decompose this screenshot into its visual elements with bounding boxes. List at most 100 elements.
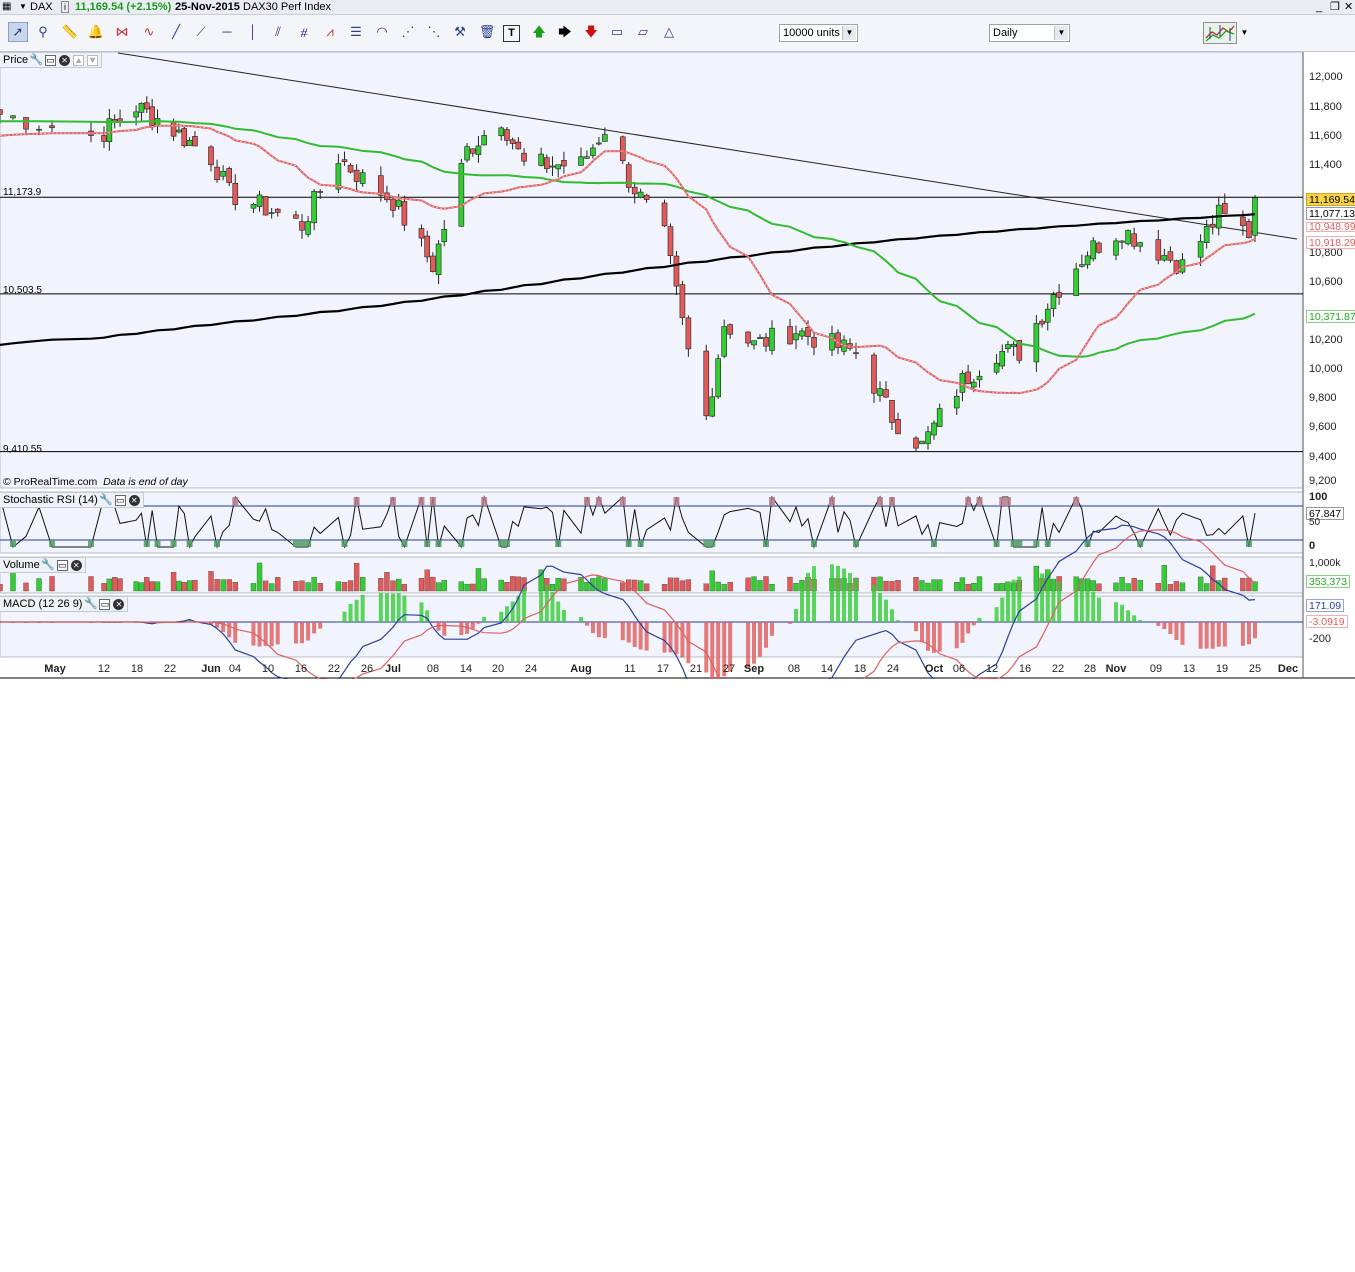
volume-bar	[793, 583, 799, 592]
macd-histogram-bar	[788, 622, 792, 624]
window-icon[interactable]: ▭	[56, 559, 68, 571]
volume-bar	[919, 580, 925, 592]
candle-body	[1131, 233, 1137, 247]
triangle-icon[interactable]: △	[659, 22, 679, 42]
candle-body	[787, 326, 793, 345]
macd-histogram-bar	[710, 622, 715, 679]
candle-body	[590, 147, 596, 156]
candle-body	[667, 226, 674, 257]
volume-bar	[232, 582, 238, 592]
close-icon[interactable]: ✕	[59, 54, 71, 66]
fibonacci-arc-icon[interactable]: ◠	[372, 22, 392, 42]
macd-histogram-bar	[579, 617, 583, 622]
fan-icon[interactable]: ⋰	[398, 22, 418, 42]
horizontal-line-icon[interactable]: ─	[217, 22, 237, 42]
window-icon[interactable]: ▭	[45, 54, 57, 66]
close-button[interactable]: ✕	[1344, 0, 1353, 14]
macd-panel-header: MACD (12 26 9) 🔧 ▭ ✕	[0, 596, 129, 612]
candle-body	[799, 330, 805, 337]
volume-bar	[347, 580, 354, 592]
zoom-icon[interactable]: ⚲	[33, 22, 53, 42]
volume-bar	[220, 579, 226, 592]
line-tool-icon[interactable]: ╱	[166, 22, 186, 42]
right-arrow-icon[interactable]: 🡆	[555, 22, 575, 42]
wrench-icon[interactable]: 🔧	[84, 598, 98, 610]
candle-body	[176, 129, 182, 133]
restore-button[interactable]: ❐	[1330, 0, 1340, 14]
move-up-icon[interactable]: ▲	[73, 54, 85, 66]
candle-body	[993, 362, 1000, 373]
up-arrow-icon[interactable]: 🡅	[529, 22, 549, 42]
period-dropdown[interactable]: Daily ▼	[989, 24, 1070, 42]
grid-icon[interactable]: ▦	[2, 0, 11, 14]
candle-body	[953, 395, 960, 409]
volume-bar	[256, 562, 263, 592]
x-tick: 11	[624, 663, 636, 675]
rectangle-icon[interactable]: ▭	[607, 22, 627, 42]
x-tick: 08	[426, 663, 440, 675]
macd-histogram-bar	[842, 568, 846, 622]
price-tick: 11,800	[1309, 101, 1342, 113]
close-icon[interactable]: ✕	[128, 494, 140, 506]
text-tool-icon[interactable]: T	[503, 25, 520, 42]
wrench-icon[interactable]: 🔧	[41, 559, 55, 571]
parallel-lines-icon[interactable]: ⧣	[294, 22, 314, 42]
chart-style-dropdown-icon[interactable]: ▼	[1238, 22, 1251, 44]
size-dropdown[interactable]: 10000 units ▼	[779, 24, 858, 42]
trash-icon[interactable]: 🗑	[477, 22, 497, 42]
pointer-tool-icon[interactable]: ➚	[8, 22, 28, 42]
chart-style-button[interactable]	[1203, 22, 1237, 44]
macd-histogram-bar	[746, 622, 751, 669]
parallelogram-icon[interactable]: ▱	[633, 22, 653, 42]
fibonacci-icon[interactable]: ☰	[346, 22, 366, 42]
move-down-icon[interactable]: ▼	[87, 54, 99, 66]
window-icon[interactable]: ▭	[114, 494, 126, 506]
stoch-overbought-fill	[976, 497, 983, 506]
candle-body	[390, 198, 396, 211]
stoch-oversold-fill	[305, 540, 312, 547]
stoch-overbought-fill	[353, 497, 360, 506]
ray-tool-icon[interactable]: ⟋	[191, 22, 211, 42]
chevron-down-icon[interactable]: ▼	[19, 0, 27, 14]
symbol-label[interactable]: DAX	[30, 0, 53, 14]
candle-body	[1167, 251, 1174, 261]
volume-bar	[49, 576, 55, 592]
macd-histogram-bar	[1174, 622, 1179, 640]
volume-bar	[138, 582, 145, 592]
down-arrow-icon[interactable]: 🡇	[581, 22, 601, 42]
candle-body	[311, 191, 317, 224]
volume-bar	[144, 577, 150, 592]
close-icon[interactable]: ✕	[70, 559, 82, 571]
macd-histogram-bar	[1126, 610, 1131, 622]
close-icon[interactable]: ✕	[113, 598, 125, 610]
zigzag-icon[interactable]: ⩘	[320, 22, 340, 42]
candle-body	[133, 111, 139, 118]
level-label-high: 11,173.9	[3, 187, 42, 198]
stoch-panel-header: Stochastic RSI (14) 🔧 ▭ ✕	[0, 492, 144, 508]
window-icon[interactable]: ▭	[99, 598, 111, 610]
candle-body	[149, 106, 155, 126]
macd-histogram-bar	[977, 617, 982, 622]
stoch-oversold-fill	[1137, 540, 1144, 547]
wrench-icon[interactable]: 🔧	[30, 54, 44, 66]
stoch-oversold-fill	[341, 540, 348, 547]
macd-histogram-bar	[470, 622, 475, 629]
volume-bar	[1173, 581, 1180, 592]
ruler-icon[interactable]: 📏	[60, 22, 80, 42]
pattern-icon[interactable]: ⋈	[112, 22, 132, 42]
vertical-line-icon[interactable]: │	[243, 22, 263, 42]
minimize-button[interactable]: _	[1316, 0, 1322, 14]
info-icon[interactable]: i	[61, 1, 69, 13]
candle-body	[1010, 343, 1017, 347]
gann-icon[interactable]: ⋱	[424, 22, 444, 42]
macd-histogram-bar	[590, 622, 595, 634]
alarm-bell-icon[interactable]: 🔔	[86, 22, 106, 42]
macd-signal-tag: -3.0919	[1306, 615, 1348, 628]
candle-body	[871, 354, 877, 394]
tools-icon[interactable]: ⚒	[450, 22, 470, 42]
indicator-icon[interactable]: ∿	[139, 22, 159, 42]
wrench-icon[interactable]: 🔧	[99, 494, 113, 506]
chart-canvas[interactable]	[0, 51, 1355, 679]
macd-histogram-bar	[1005, 587, 1010, 622]
channel-icon[interactable]: ⫽	[268, 22, 288, 42]
